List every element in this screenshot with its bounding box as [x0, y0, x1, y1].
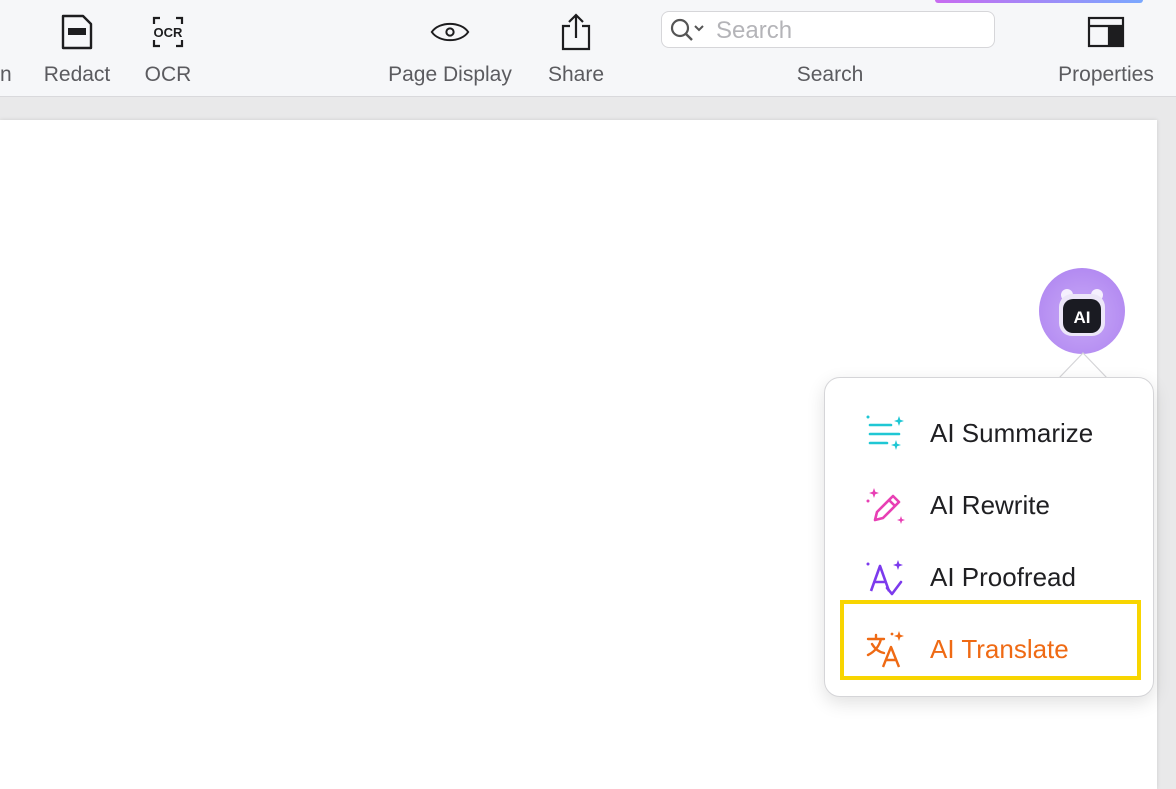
search-label: Search [796, 63, 864, 86]
ai-menu-popover: AI Summarize AI Rewrite AI Proofread AI … [824, 377, 1154, 697]
menu-item-ai-translate[interactable]: AI Translate [825, 612, 1155, 684]
menu-item-ai-rewrite[interactable]: AI Rewrite [825, 468, 1155, 540]
summarize-icon [866, 415, 904, 450]
menu-item-label: AI Translate [930, 634, 1069, 664]
page-display-label: Page Display [388, 63, 512, 86]
menu-item-label: AI Summarize [930, 418, 1094, 448]
share-button[interactable]: Share [540, 0, 612, 96]
redact-button[interactable]: Redact [36, 0, 118, 96]
menu-item-label: AI Rewrite [930, 490, 1050, 520]
redact-icon [57, 12, 97, 52]
ocr-icon: OCR [148, 12, 188, 52]
svg-text:AI: AI [1074, 308, 1091, 327]
translate-icon [866, 631, 904, 668]
page-display-button[interactable]: Page Display [380, 0, 520, 96]
search-input[interactable] [714, 12, 988, 49]
rewrite-icon [866, 488, 905, 524]
ai-assistant-button[interactable]: AI [1039, 268, 1125, 354]
truncated-toolbar-label[interactable]: n [0, 63, 12, 87]
proofread-icon [866, 560, 903, 596]
toolbar: n Redact OCR OCR Page Display Share Sear… [0, 0, 1176, 97]
svg-text:OCR: OCR [154, 25, 184, 40]
redact-label: Redact [43, 63, 111, 86]
menu-item-ai-proofread[interactable]: AI Proofread [825, 540, 1155, 612]
eye-icon [430, 12, 470, 52]
search-icon[interactable] [670, 18, 708, 47]
properties-panel-icon [1086, 12, 1126, 52]
ai-robot-icon: AI [1059, 289, 1105, 336]
search-field[interactable] [661, 11, 995, 49]
share-icon [556, 12, 596, 52]
popover-caret [1059, 352, 1107, 379]
ocr-button[interactable]: OCR OCR [136, 0, 200, 96]
share-label: Share [547, 63, 605, 86]
menu-item-ai-summarize[interactable]: AI Summarize [825, 396, 1155, 468]
menu-item-label: AI Proofread [930, 562, 1076, 592]
ocr-label: OCR [144, 63, 192, 86]
properties-label: Properties [1058, 63, 1154, 86]
properties-button[interactable]: Properties [1050, 0, 1162, 96]
